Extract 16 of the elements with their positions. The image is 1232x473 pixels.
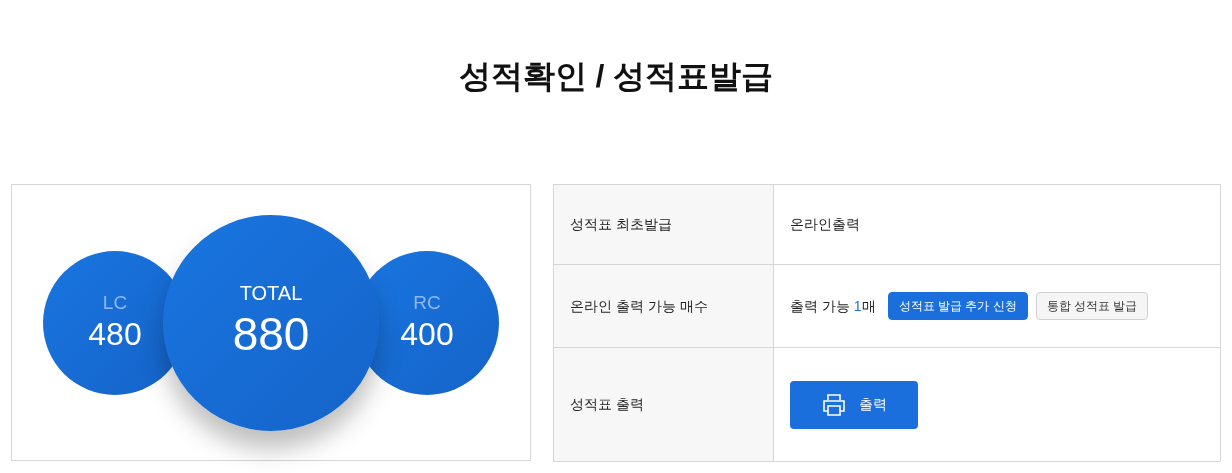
- printer-icon: [821, 392, 847, 417]
- available-count: 출력 가능 1매: [790, 296, 876, 316]
- score-value: 480: [88, 315, 142, 355]
- request-button[interactable]: 통합 성적표 발급: [1035, 292, 1149, 320]
- row-header: 온라인 출력 가능 매수: [554, 265, 774, 347]
- cell-text: 온라인출력: [790, 215, 860, 234]
- score-label: LC: [102, 290, 128, 315]
- request-button[interactable]: 성적표 발급 추가 신청: [887, 292, 1028, 320]
- score-value: 880: [232, 307, 310, 363]
- score-label: RC: [413, 290, 441, 315]
- score-label: TOTAL: [239, 281, 303, 307]
- score-value: 400: [400, 315, 454, 355]
- row-header: 성적표 출력: [554, 348, 774, 461]
- page-title: 성적확인 / 성적표발급: [457, 57, 775, 96]
- print-button[interactable]: 출력: [790, 380, 918, 429]
- row-header: 성적표 최초발급: [554, 185, 774, 264]
